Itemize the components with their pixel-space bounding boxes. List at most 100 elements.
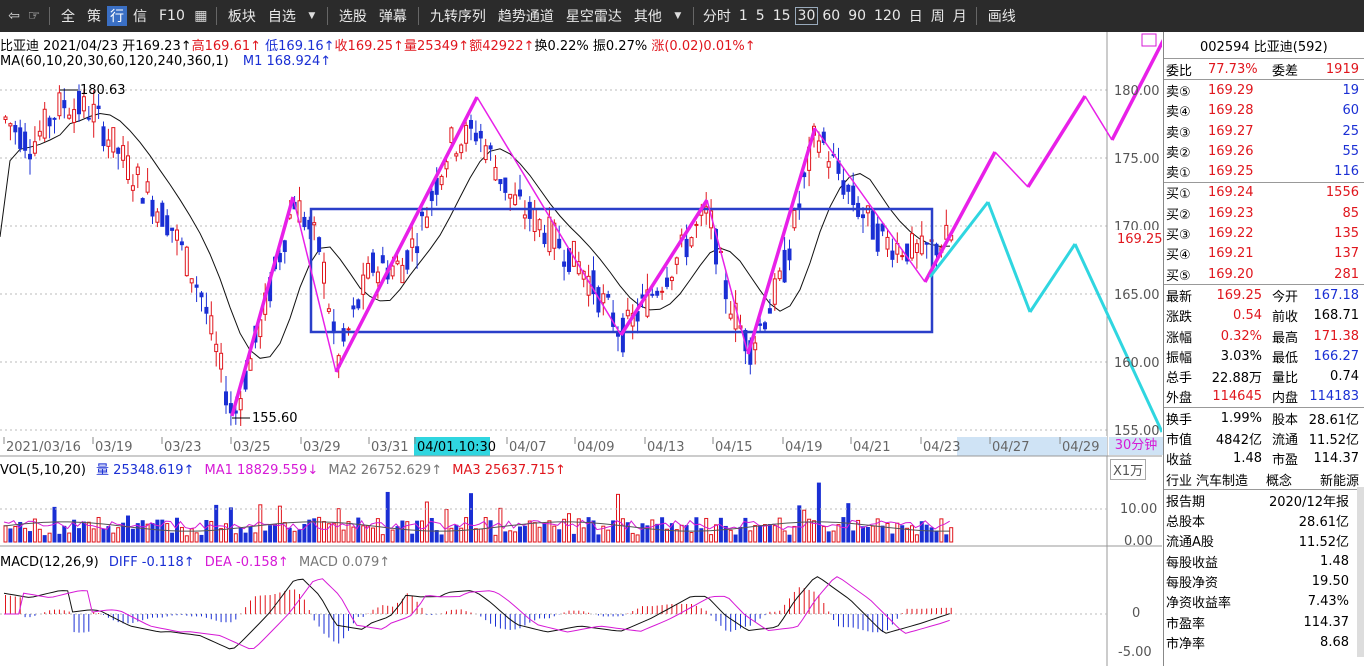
volume-bars xyxy=(3,482,954,543)
vol-unit[interactable]: X1万 xyxy=(1110,459,1147,480)
candle-body xyxy=(96,105,101,110)
dropdown-caret-icon[interactable]: ▼ xyxy=(302,11,322,21)
candle-body xyxy=(165,215,170,236)
period-intraday[interactable]: 分时 xyxy=(699,6,735,26)
candle-body xyxy=(326,308,331,312)
bid-row-1[interactable]: 买① 169.24 1556 xyxy=(1164,183,1364,203)
volume-bar xyxy=(518,526,522,543)
volume-bar xyxy=(694,517,699,543)
bid-row-3[interactable]: 买③ 169.22 135 xyxy=(1164,223,1364,243)
volume-bar xyxy=(836,524,841,543)
ask-row-3[interactable]: 卖③ 169.27 25 xyxy=(1164,121,1364,141)
industry-value[interactable]: 汽车制造 xyxy=(1196,470,1248,489)
quote-value: 168.71 xyxy=(1313,308,1360,324)
period-60m[interactable]: 60 xyxy=(818,8,844,24)
quote-label: 总手 xyxy=(1166,371,1193,387)
panel-scrollbar[interactable] xyxy=(1357,487,1364,657)
volume-bar xyxy=(439,534,444,543)
toolbar-quote-active[interactable]: 行 xyxy=(107,6,127,26)
concept-value[interactable]: 新能源 xyxy=(1320,470,1359,489)
period-90m[interactable]: 90 xyxy=(844,8,870,24)
period-30m-selected[interactable]: 30 xyxy=(794,7,819,25)
volume-bar xyxy=(96,516,101,543)
back-icon[interactable]: ⇦ xyxy=(4,8,24,24)
candle-body xyxy=(18,127,23,149)
candle-body xyxy=(145,181,150,193)
bid-row-5[interactable]: 买⑤ 169.20 281 xyxy=(1164,264,1364,284)
toolbar-danmaku[interactable]: 弹幕 xyxy=(373,6,413,26)
toolbar-info[interactable]: 信 xyxy=(127,6,153,26)
stats-row: 收益 1.48 市盈 114.37 xyxy=(1164,449,1364,469)
period-day[interactable]: 日 xyxy=(905,6,927,26)
volume-bar xyxy=(170,532,175,543)
period-month[interactable]: 月 xyxy=(949,6,971,26)
volume-bar xyxy=(723,525,728,543)
volume-bar xyxy=(42,535,47,543)
period-1m[interactable]: 1 xyxy=(735,8,752,24)
toolbar-nine-turn[interactable]: 九转序列 xyxy=(424,6,492,26)
volume-bar xyxy=(821,526,826,543)
finance-value: 2020/12年报 xyxy=(1268,494,1349,510)
ask-row-1[interactable]: 卖① 169.25 116 xyxy=(1164,161,1364,181)
candle-body xyxy=(826,161,831,168)
hand-cursor-icon[interactable]: ☞ xyxy=(24,8,44,24)
toolbar-stock-picker[interactable]: 选股 xyxy=(333,6,373,26)
vol-axis-0: 0.00 xyxy=(1124,534,1153,549)
vol-ma3: MA3 25637.715↑ xyxy=(452,463,566,478)
layout-icon[interactable]: ▦ xyxy=(191,8,211,24)
bid-row-2[interactable]: 买② 169.23 85 xyxy=(1164,203,1364,223)
toolbar-other[interactable]: 其他 xyxy=(628,6,668,26)
toolbar-all[interactable]: 全 xyxy=(55,6,81,26)
stat-value: 114.37 xyxy=(1313,451,1360,467)
candle-body xyxy=(91,103,96,123)
candle-body xyxy=(101,126,106,147)
candle-body xyxy=(67,114,72,119)
candle-body xyxy=(424,216,429,228)
period-15m[interactable]: 15 xyxy=(769,8,795,24)
volume-bar xyxy=(253,532,258,543)
volume-bar xyxy=(478,528,483,543)
toolbar-sector[interactable]: 板块 xyxy=(222,6,262,26)
bid-label: 买② xyxy=(1166,207,1191,223)
period-5m[interactable]: 5 xyxy=(752,8,769,24)
toolbar-divider xyxy=(49,7,50,25)
toolbar-draw-line[interactable]: 画线 xyxy=(982,6,1022,26)
candle-body xyxy=(606,294,611,298)
macd-params[interactable]: MACD(12,26,9) xyxy=(0,555,99,570)
bid-row-4[interactable]: 买④ 169.21 137 xyxy=(1164,244,1364,264)
volume-bar xyxy=(297,529,302,543)
period-120m[interactable]: 120 xyxy=(870,8,905,24)
candle-body xyxy=(32,141,37,154)
finance-row: 市净率 8.68 xyxy=(1164,632,1364,652)
finance-value: 8.68 xyxy=(1320,634,1349,650)
candle-body xyxy=(420,211,424,217)
toolbar-star-radar[interactable]: 星空雷达 xyxy=(560,6,628,26)
vol-params[interactable]: VOL(5,10,20) xyxy=(0,463,86,478)
date-label: 03/29 xyxy=(303,440,340,455)
ask-row-4[interactable]: 卖④ 169.28 60 xyxy=(1164,101,1364,121)
toolbar-strategy[interactable]: 策 xyxy=(81,6,107,26)
period-label[interactable]: 30分钟 xyxy=(1109,437,1163,455)
candle-body xyxy=(571,240,576,267)
toolbar-f10[interactable]: F10 xyxy=(153,8,191,24)
candle-body xyxy=(527,201,532,219)
volume-bar xyxy=(400,520,405,543)
period-week[interactable]: 周 xyxy=(927,6,949,26)
volume-bar xyxy=(81,521,86,543)
forecast-leg xyxy=(1028,243,1077,313)
volume-bar xyxy=(375,518,380,543)
toolbar-trend-channel[interactable]: 趋势通道 xyxy=(492,6,560,26)
volume-bar xyxy=(527,520,532,543)
candle-body xyxy=(547,216,552,253)
ask-row-5[interactable]: 卖⑤ 169.29 19 xyxy=(1164,80,1364,100)
bid-price: 169.22 xyxy=(1208,226,1254,242)
toolbar-watchlist[interactable]: 自选 xyxy=(262,6,302,26)
candle-body xyxy=(366,262,371,279)
industry-row[interactable]: 行业 汽车制造 概念 新能源 xyxy=(1164,469,1364,489)
dropdown-caret-icon[interactable]: ▼ xyxy=(668,11,688,21)
candle-body xyxy=(459,144,464,154)
order-ratio-row: 委比 77.73% 委差 1919 xyxy=(1164,58,1364,79)
volume-bar xyxy=(665,528,669,543)
ask-row-2[interactable]: 卖② 169.26 55 xyxy=(1164,141,1364,161)
toolbar-divider xyxy=(215,7,217,25)
